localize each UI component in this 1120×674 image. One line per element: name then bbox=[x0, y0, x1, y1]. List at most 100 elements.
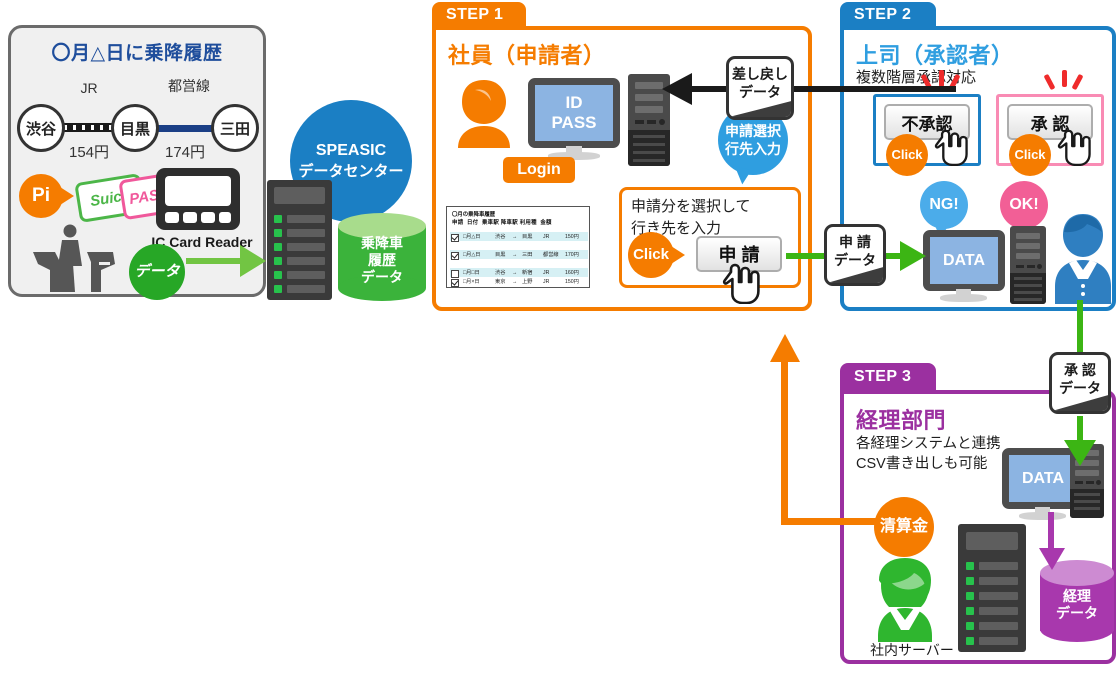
burst-mark bbox=[939, 70, 944, 87]
settlement-return-line-horizontal bbox=[781, 518, 877, 525]
row-to: 三田 bbox=[522, 252, 533, 258]
row-to: 新宿 bbox=[522, 270, 533, 276]
approve-tag-line1: 承 認 bbox=[1064, 362, 1096, 378]
row-date: □月□日 bbox=[463, 270, 480, 276]
hand-cursor-icon bbox=[722, 263, 760, 304]
row-line: JR bbox=[543, 233, 550, 240]
step2-tab: STEP 2 bbox=[840, 2, 936, 28]
db-label-line1: 乗降車 bbox=[361, 235, 403, 251]
apply-tag-line1: 申 請 bbox=[839, 234, 871, 250]
instruction-line1: 申請分を選択して bbox=[631, 198, 751, 215]
table-row[interactable]: □月×日 東京 → 上野 JR 150円 bbox=[451, 277, 589, 287]
boarding-history-table[interactable]: 〇月の乗降車履歴 申請 日付 乗車駅 降車駅 利用種 金額 □月△日 渋谷 → … bbox=[446, 206, 590, 288]
internal-server-caption: 社内サーバー bbox=[870, 642, 954, 658]
line-label-jr: JR bbox=[80, 80, 98, 96]
row-from: 目黒 bbox=[495, 252, 506, 258]
accounting-staff-avatar-icon bbox=[878, 558, 932, 642]
table-row[interactable]: □月□日 渋谷 → 新宿 JR 160円 bbox=[451, 268, 589, 278]
return-arrow-head bbox=[662, 73, 692, 105]
click-badge-apply: Click bbox=[628, 232, 674, 278]
accounting-database-icon: 経理 データ bbox=[1040, 560, 1114, 642]
step1-heading: 社員（申請者） bbox=[448, 43, 606, 68]
settlement-badge: 清算金 bbox=[874, 497, 934, 557]
step1-tab: STEP 1 bbox=[432, 2, 526, 28]
burst-mark bbox=[1062, 70, 1067, 87]
click-badge-approve: Click bbox=[1009, 134, 1051, 176]
row-from: 渋谷 bbox=[495, 234, 506, 240]
hand-cursor-icon bbox=[934, 129, 968, 166]
settlement-return-line-vertical bbox=[781, 360, 788, 525]
click-badge-reject: Click bbox=[886, 134, 928, 176]
step2-server-tower-icon bbox=[1010, 226, 1046, 304]
row-checkbox[interactable] bbox=[451, 251, 459, 260]
returned-data-tag: 差し戻し データ bbox=[726, 56, 794, 120]
row-to: 目黒 bbox=[522, 234, 533, 240]
step3-subtitle-line2: CSV書き出しも可能 bbox=[856, 456, 988, 473]
step3-subtitle: 各経理システムと連携 CSV書き出しも可能 bbox=[856, 434, 1001, 475]
approve-data-arrow-head bbox=[1064, 440, 1096, 466]
fare-jr: 154円 bbox=[68, 144, 110, 161]
station-label: 渋谷 bbox=[25, 120, 56, 138]
pi-bubble: Pi bbox=[19, 174, 63, 218]
boarding-history-title: 〇月△日に乗降履歴 bbox=[51, 43, 223, 64]
ic-card-reader-icon bbox=[156, 168, 240, 230]
row-fare: 160円 bbox=[565, 270, 579, 276]
monitor-id-text: ID bbox=[565, 93, 583, 113]
data-screen-label: DATA bbox=[1021, 469, 1065, 487]
line-label-toei: 都営線 bbox=[168, 78, 210, 94]
internal-server-rack-icon bbox=[958, 524, 1026, 652]
row-checkbox[interactable] bbox=[451, 278, 459, 287]
data-bubble-green: データ bbox=[129, 244, 185, 300]
row-to: 上野 bbox=[522, 279, 533, 285]
boarding-history-panel: 〇月△日に乗降履歴 渋谷 目黒 三田 JR 都営線 154円 174円 Pi S… bbox=[8, 25, 266, 300]
hand-cursor-icon bbox=[1057, 129, 1091, 166]
db-label-line2: データ bbox=[1056, 605, 1098, 622]
monitor-pass-text: PASS bbox=[551, 113, 597, 132]
approve-data-tag: 承 認 データ bbox=[1049, 352, 1111, 414]
fare-toei: 174円 bbox=[164, 144, 206, 161]
ng-label: NG! bbox=[929, 196, 959, 213]
balloon-line2: 行先入力 bbox=[725, 141, 781, 157]
login-monitor-icon: ID PASS bbox=[528, 78, 620, 160]
employee-avatar-icon bbox=[458, 80, 510, 148]
step2-data-monitor-icon: DATA bbox=[923, 230, 1005, 302]
turnstile-gate-icon bbox=[33, 224, 115, 292]
click-label: Click bbox=[891, 146, 923, 162]
toei-track-icon bbox=[157, 125, 219, 132]
click-label: Click bbox=[1014, 146, 1046, 162]
table-row[interactable]: □月△日 目黒 → 三田 都営線 170円 bbox=[451, 250, 589, 260]
step2-heading: 上司（承認者） bbox=[856, 43, 1014, 68]
boarding-history-database-icon: 乗降車 履歴 データ bbox=[338, 213, 426, 301]
row-from: 渋谷 bbox=[495, 270, 506, 276]
workflow-diagram: 〇月△日に乗降履歴 渋谷 目黒 三田 JR 都営線 154円 174円 Pi S… bbox=[0, 0, 1120, 674]
ok-label: OK! bbox=[1009, 196, 1039, 213]
apply-data-arrow-head bbox=[900, 241, 926, 271]
table-title: 〇月の乗降車履歴 bbox=[452, 212, 496, 218]
step3-tab: STEP 3 bbox=[840, 363, 936, 391]
data-screen-label: DATA bbox=[942, 251, 986, 269]
data-flow-arrow-line bbox=[186, 258, 248, 264]
station-label: 三田 bbox=[219, 120, 250, 138]
returned-tag-line2: データ bbox=[739, 83, 781, 100]
login-button[interactable]: Login bbox=[503, 157, 575, 183]
accounting-flow-head bbox=[1039, 548, 1065, 570]
row-line: JR bbox=[543, 278, 550, 285]
row-line: 都営線 bbox=[543, 252, 559, 258]
row-fare: 170円 bbox=[565, 252, 579, 258]
data-flow-arrow-head bbox=[240, 245, 266, 277]
datacenter-name: SPEASIC bbox=[315, 142, 387, 160]
settlement-label: 清算金 bbox=[879, 518, 928, 536]
apply-data-arrow-line-left bbox=[786, 253, 826, 259]
table-row[interactable]: □月△日 渋谷 → 目黒 JR 150円 bbox=[451, 232, 589, 242]
pi-label: Pi bbox=[32, 184, 50, 206]
apply-data-tag: 申 請 データ bbox=[824, 224, 886, 286]
data-bubble-label: データ bbox=[134, 262, 180, 280]
row-date: □月△日 bbox=[463, 252, 481, 258]
db-label-line1: 経理 bbox=[1063, 588, 1091, 604]
returned-tag-line1: 差し戻し bbox=[732, 66, 788, 82]
balloon-line1: 申請選択 bbox=[725, 122, 781, 139]
row-date: □月△日 bbox=[463, 234, 481, 240]
datacenter-subtitle: データセンター bbox=[298, 162, 404, 180]
table-header-row: 申請 日付 乗車駅 降車駅 利用種 金額 bbox=[452, 220, 552, 226]
row-checkbox[interactable] bbox=[451, 233, 459, 242]
